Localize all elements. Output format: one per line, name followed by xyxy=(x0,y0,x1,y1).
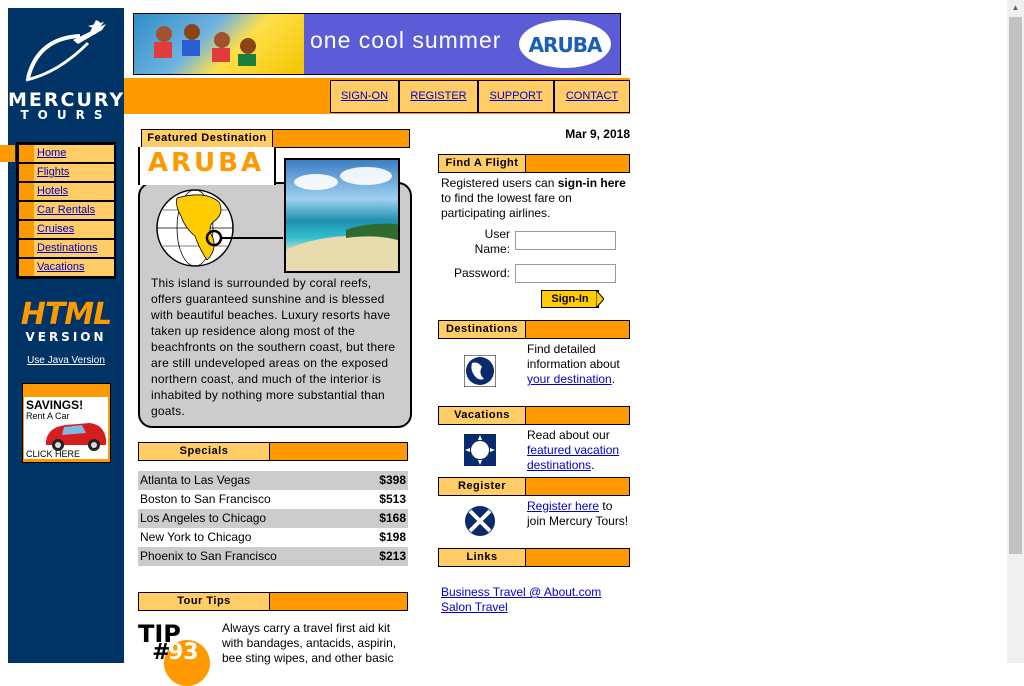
username-label: User Name: xyxy=(474,227,510,256)
register-link[interactable]: Register here xyxy=(527,499,599,513)
globe-icon xyxy=(464,355,496,387)
specials-header: Specials xyxy=(138,442,408,461)
banner-text: one cool summer xyxy=(310,27,502,53)
intro-text-2: to find the lowest fare on participating… xyxy=(441,191,572,220)
register-header: Register xyxy=(438,477,630,496)
find-flight-intro: Registered users can sign-in here to fin… xyxy=(441,176,631,221)
links-header: Links xyxy=(438,548,630,567)
topnav-register: REGISTER xyxy=(399,80,478,113)
specials-header-label: Specials xyxy=(139,443,270,460)
destinations-text-2: . xyxy=(611,372,616,386)
tip-number: 93 xyxy=(168,640,199,665)
ad-cta: CLICK HERE xyxy=(26,449,81,459)
intro-text-bold: sign-in here xyxy=(557,176,626,190)
vacations-text-2: . xyxy=(591,458,595,472)
ad-headline: SAVINGS! xyxy=(26,398,84,412)
sun-icon xyxy=(464,434,496,466)
destinations-text-1: Find detailed information about xyxy=(527,342,620,371)
kids-on-raft-icon xyxy=(154,24,256,66)
topnav-contact-link[interactable]: CONTACT xyxy=(566,90,618,102)
topnav-support-link[interactable]: SUPPORT xyxy=(490,90,543,102)
tour-tips-header-label: Tour Tips xyxy=(139,593,270,610)
destinations-header-label: Destinations xyxy=(439,321,526,338)
special-route: Los Angeles to Chicago xyxy=(140,511,267,525)
vacations-header-label: Vacations xyxy=(439,407,526,424)
special-route: Phoenix to San Francisco xyxy=(140,549,277,563)
sidebar-link-cruises[interactable]: Cruises xyxy=(37,223,74,235)
links-list: Business Travel @ About.com Salon Travel xyxy=(441,585,601,615)
specials-row: Phoenix to San Francisco $213 xyxy=(138,547,408,566)
java-version-link[interactable]: Use Java Version xyxy=(27,355,105,366)
topnav-register-link[interactable]: REGISTER xyxy=(410,90,466,102)
globe-icon xyxy=(156,189,283,267)
aruba-logo-text: ARUBA xyxy=(528,33,603,57)
brand-subtitle: TOURS xyxy=(20,108,112,122)
password-input[interactable] xyxy=(515,264,616,283)
destinations-link[interactable]: your destination xyxy=(527,372,612,386)
html-version-small: VERSION xyxy=(25,330,107,344)
vacations-header: Vacations xyxy=(438,406,630,425)
vacations-text: Read about our featured vacation destina… xyxy=(527,428,632,473)
register-header-label: Register xyxy=(439,478,526,495)
featured-destination-name: ARUBA xyxy=(147,148,265,178)
aruba-beach-photo xyxy=(284,158,400,273)
rent-car-ad-image[interactable]: SAVINGS! Rent A Car CLICK HERE xyxy=(24,397,108,459)
destinations-text: Find detailed information about your des… xyxy=(527,342,632,387)
special-price: $398 xyxy=(379,473,406,487)
java-version-link-wrap: Use Java Version xyxy=(8,355,124,366)
featured-description: This island is surrounded by coral reefs… xyxy=(151,276,396,418)
brand-title: MERCURY xyxy=(8,89,126,111)
find-flight-header-label: Find A Flight xyxy=(439,155,526,172)
special-price: $513 xyxy=(379,492,406,506)
special-route: Atlanta to Las Vegas xyxy=(140,473,251,487)
link-salon-travel[interactable]: Salon Travel xyxy=(441,600,508,614)
special-route: New York to Chicago xyxy=(140,530,252,544)
vacations-text-1: Read about our xyxy=(527,428,610,442)
special-price: $198 xyxy=(379,530,406,544)
sign-in-button[interactable]: Sign-In xyxy=(541,290,599,308)
find-flight-header: Find A Flight xyxy=(438,154,630,173)
red-car-icon xyxy=(46,423,106,451)
scroll-up-icon[interactable]: ▲ xyxy=(1007,0,1024,16)
special-route: Boston to San Francisco xyxy=(140,492,271,506)
sidebar-nav-markers xyxy=(19,145,34,276)
specials-row: New York to Chicago $198 xyxy=(138,528,408,547)
current-date: Mar 9, 2018 xyxy=(565,127,630,141)
specials-row: Boston to San Francisco $513 xyxy=(138,490,408,509)
topnav-support: SUPPORT xyxy=(478,80,554,113)
password-label: Password: xyxy=(453,266,510,280)
topnav-signon: SIGN-ON xyxy=(330,80,399,113)
compass-icon xyxy=(465,506,495,536)
sidebar-link-home[interactable]: Home xyxy=(37,147,66,159)
scrollbar-thumb[interactable] xyxy=(1009,17,1022,554)
sidebar-link-vacations[interactable]: Vacations xyxy=(37,261,85,273)
sidebar-link-destinations[interactable]: Destinations xyxy=(37,242,98,254)
username-input[interactable] xyxy=(515,231,616,250)
topnav-contact: CONTACT xyxy=(554,80,630,113)
beach-scene-icon xyxy=(286,167,398,271)
links-header-label: Links xyxy=(439,549,526,566)
tour-tip-text: Always carry a travel first aid kit with… xyxy=(222,621,397,665)
special-price: $168 xyxy=(379,511,406,525)
intro-text-1: Registered users can xyxy=(441,176,558,190)
featured-header-label: Featured Destination xyxy=(142,130,273,147)
specials-row: Atlanta to Las Vegas $398 xyxy=(138,471,408,490)
mercury-logo-icon xyxy=(25,20,106,82)
sidebar-link-hotels[interactable]: Hotels xyxy=(37,185,68,197)
arrow-right-icon xyxy=(596,290,604,308)
specials-row: Los Angeles to Chicago $168 xyxy=(138,509,408,528)
topnav-signon-link[interactable]: SIGN-ON xyxy=(341,90,388,102)
html-version-badge: HTML VERSION xyxy=(18,297,114,345)
featured-header: Featured Destination xyxy=(141,129,410,148)
sidebar-link-flights[interactable]: Flights xyxy=(37,166,69,178)
vacations-link[interactable]: featured vacation destinations xyxy=(527,443,619,472)
link-business-travel[interactable]: Business Travel @ About.com xyxy=(441,585,601,599)
destinations-header: Destinations xyxy=(438,320,630,339)
register-text: Register here to join Mercury Tours! xyxy=(527,499,632,529)
special-price: $213 xyxy=(379,549,406,563)
tour-tips-header: Tour Tips xyxy=(138,592,408,611)
sidebar-link-car-rentals[interactable]: Car Rentals xyxy=(37,204,95,216)
html-version-big: HTML xyxy=(20,297,113,332)
